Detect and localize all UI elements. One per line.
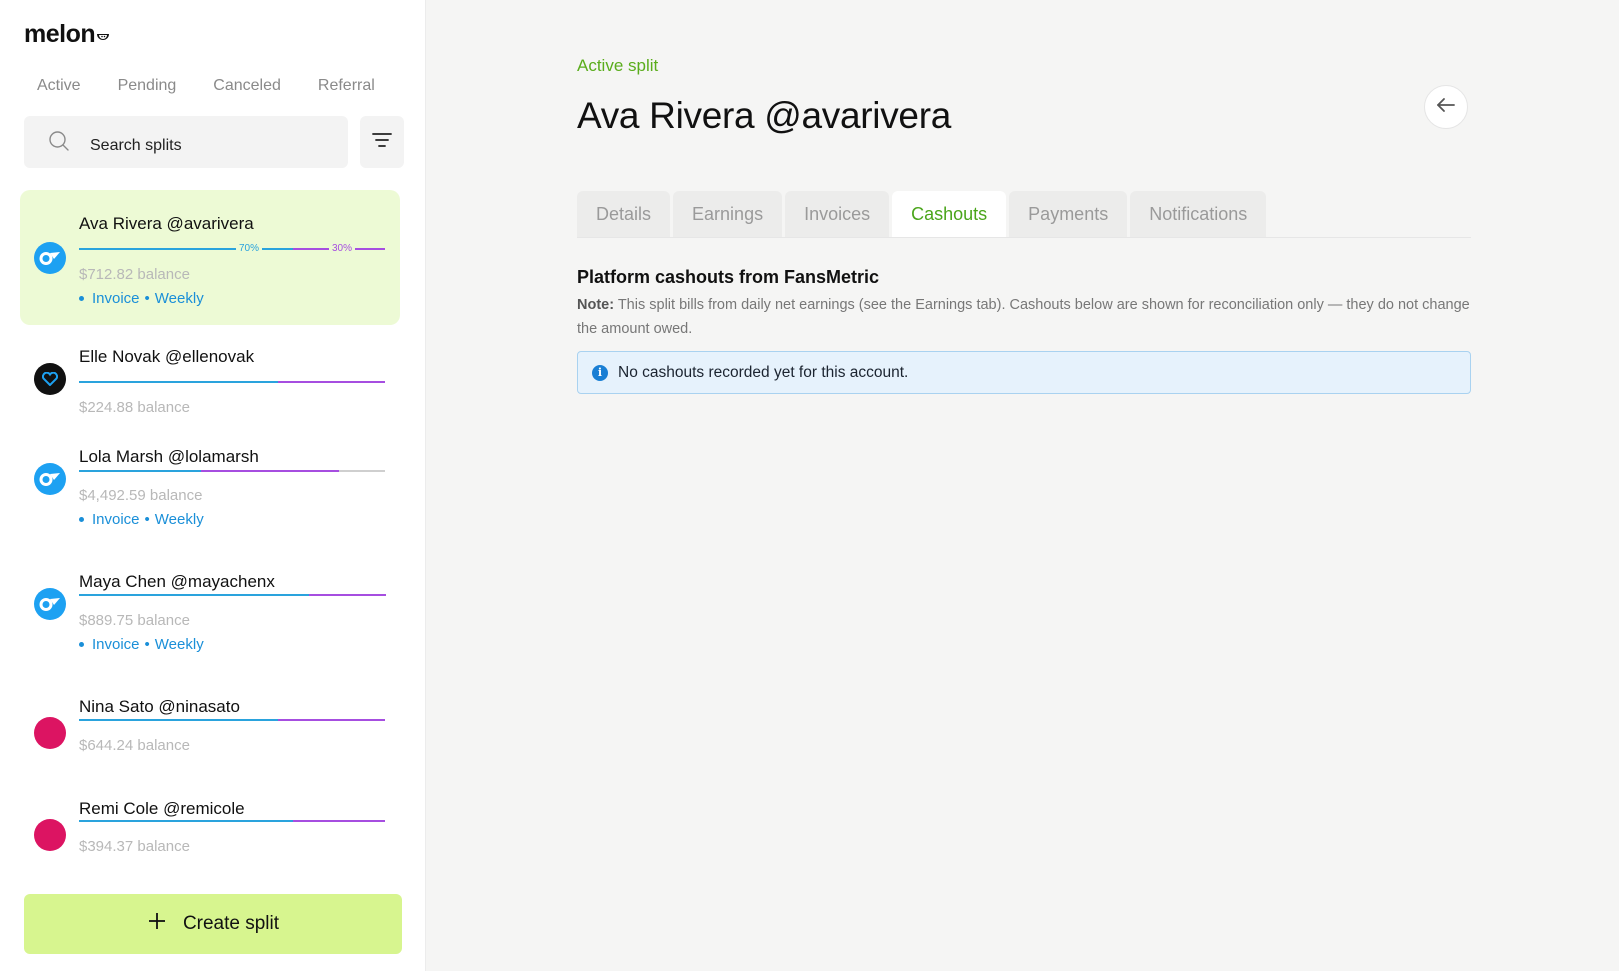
sidebar: melon Active Pending Canceled Referral A… — [0, 0, 426, 971]
split-meta: Invoice • Weekly — [79, 511, 204, 528]
filter-button[interactable] — [360, 116, 404, 168]
meta-dot — [79, 642, 84, 647]
tab-payments[interactable]: Payments — [1009, 191, 1128, 237]
split-billing-type: Invoice — [92, 290, 140, 307]
split-name: Elle Novak @ellenovak — [79, 347, 255, 366]
split-bar-segment-a — [79, 381, 278, 383]
info-icon: i — [592, 364, 608, 381]
split-bar — [79, 470, 385, 472]
split-name: Remi Cole @remicole — [79, 799, 245, 818]
split-billing-type: Invoice — [92, 636, 140, 653]
split-balance: $889.75 balance — [79, 612, 190, 629]
split-name: Lola Marsh @lolamarsh — [79, 447, 259, 466]
logo-text: melon — [24, 20, 96, 48]
meta-separator: • — [144, 511, 150, 528]
plus-icon — [147, 908, 167, 936]
split-name: Maya Chen @mayachenx — [79, 572, 275, 591]
back-button[interactable] — [1424, 85, 1468, 129]
tabs-divider — [577, 237, 1471, 238]
split-status-kicker: Active split — [577, 56, 659, 75]
split-item[interactable]: Remi Cole @remicole $394.37 balance — [20, 777, 400, 877]
meta-separator: • — [144, 290, 150, 307]
main-panel: Active split Ava Rivera @avarivera Detai… — [426, 0, 1619, 971]
split-bar-segment-b — [278, 719, 385, 721]
split-bar — [79, 594, 386, 596]
split-percent-a: 70% — [236, 243, 263, 255]
onlyfans-icon — [34, 463, 66, 495]
split-item[interactable]: Maya Chen @mayachenx $889.75 balance Inv… — [20, 550, 400, 675]
split-bar-segment-b — [278, 381, 385, 383]
create-split-label: Create split — [182, 913, 280, 934]
watermelon-icon — [96, 30, 110, 46]
split-item[interactable]: Elle Novak @ellenovak $224.88 balance — [20, 325, 400, 425]
split-bar-segment-b — [293, 820, 385, 822]
fansly-icon — [34, 363, 66, 395]
split-percent-b: 30% — [329, 243, 356, 255]
empty-state-alert: i No cashouts recorded yet for this acco… — [577, 351, 1471, 394]
meta-dot — [79, 517, 84, 522]
split-frequency: Weekly — [154, 290, 204, 307]
arrow-left-icon — [1436, 97, 1456, 118]
split-balance: $394.37 balance — [79, 838, 190, 855]
status-tabs: Active Pending Canceled Referral — [24, 69, 399, 103]
note-label: Note: — [577, 297, 615, 313]
split-frequency: Weekly — [154, 511, 204, 528]
create-split-button[interactable]: Create split — [24, 894, 402, 954]
meta-dot — [79, 296, 84, 301]
split-meta: Invoice • Weekly — [79, 290, 204, 307]
reconciliation-note: Note: This split bills from daily net ea… — [577, 293, 1471, 341]
onlyfans-icon — [34, 588, 66, 620]
split-bar-segment-a — [79, 594, 309, 596]
split-item[interactable]: Lola Marsh @lolamarsh $4,492.59 balance … — [20, 425, 400, 550]
tab-cashouts[interactable]: Cashouts — [892, 191, 1007, 237]
split-bar-segment-a — [79, 719, 278, 721]
pink-avatar — [34, 717, 66, 749]
split-item[interactable]: Nina Sato @ninasato $644.24 balance — [20, 675, 400, 777]
status-tab-pending[interactable]: Pending — [105, 69, 190, 103]
split-frequency: Weekly — [154, 636, 204, 653]
page-title: Ava Rivera @avarivera — [577, 95, 951, 136]
search-input[interactable] — [90, 116, 340, 168]
empty-state-text: No cashouts recorded yet for this accoun… — [618, 363, 909, 381]
meta-separator: • — [144, 636, 150, 653]
status-tab-canceled[interactable]: Canceled — [200, 69, 294, 103]
split-name: Ava Rivera @avarivera — [79, 214, 254, 233]
tab-notifications[interactable]: Notifications — [1130, 191, 1267, 237]
onlyfans-icon — [34, 242, 66, 274]
split-bar — [79, 719, 385, 721]
tab-invoices[interactable]: Invoices — [785, 191, 890, 237]
split-item[interactable]: Ava Rivera @avarivera 70% 30% $712.82 ba… — [20, 190, 400, 325]
split-bar: 70% 30% — [79, 243, 385, 255]
split-bar — [79, 381, 385, 383]
split-meta: Invoice • Weekly — [79, 636, 204, 653]
split-bar — [79, 820, 385, 822]
filter-icon — [372, 132, 392, 153]
split-bar-segment-a — [79, 470, 201, 472]
split-balance: $4,492.59 balance — [79, 487, 203, 504]
split-balance: $712.82 balance — [79, 266, 190, 283]
split-billing-type: Invoice — [92, 511, 140, 528]
melon-logo[interactable]: melon — [24, 20, 110, 49]
status-tab-referral[interactable]: Referral — [305, 69, 388, 103]
status-tab-active[interactable]: Active — [24, 69, 94, 103]
note-text: This split bills from daily net earnings… — [577, 297, 1470, 337]
split-balance: $224.88 balance — [79, 399, 190, 416]
tab-earnings[interactable]: Earnings — [673, 191, 783, 237]
tab-details[interactable]: Details — [577, 191, 671, 237]
section-title: Platform cashouts from FansMetric — [577, 267, 880, 287]
split-bar-remainder — [339, 470, 385, 472]
search-icon — [48, 130, 70, 152]
split-name: Nina Sato @ninasato — [79, 697, 240, 716]
pink-avatar — [34, 819, 66, 851]
split-balance: $644.24 balance — [79, 737, 190, 754]
split-bar-segment-b — [201, 470, 339, 472]
split-bar-segment-b — [309, 594, 386, 596]
search-box — [24, 116, 348, 168]
split-bar-segment-a — [79, 820, 293, 822]
split-tabs: Details Earnings Invoices Cashouts Payme… — [577, 191, 1269, 237]
